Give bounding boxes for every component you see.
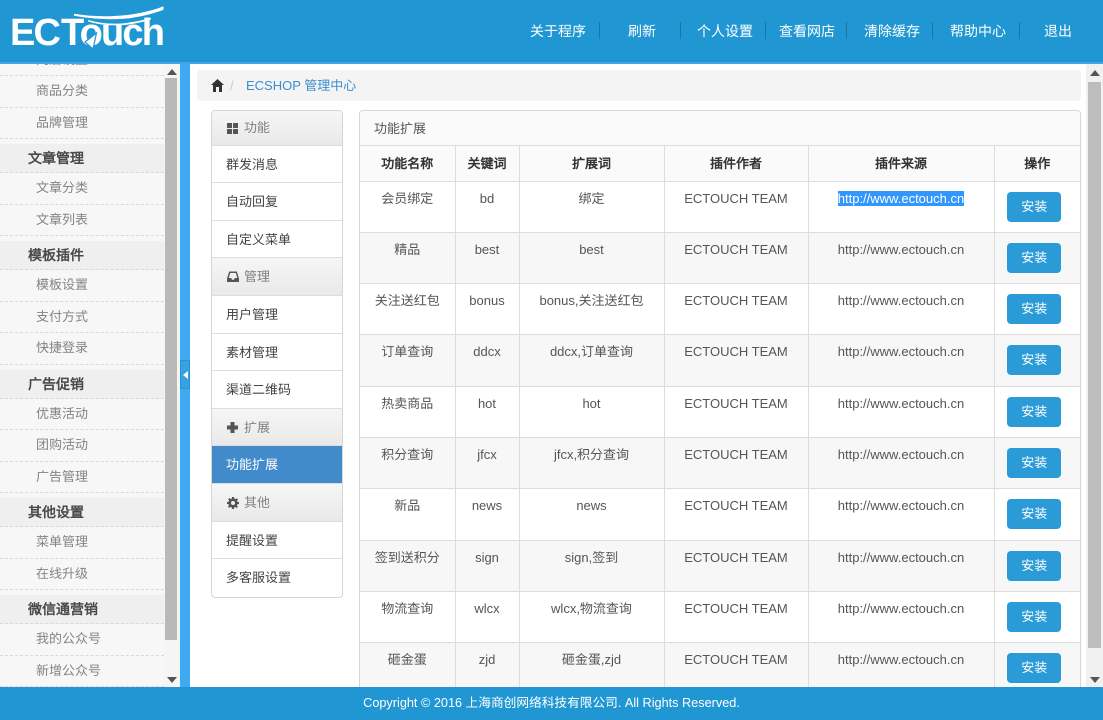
svg-text:EC: EC [10, 12, 61, 54]
